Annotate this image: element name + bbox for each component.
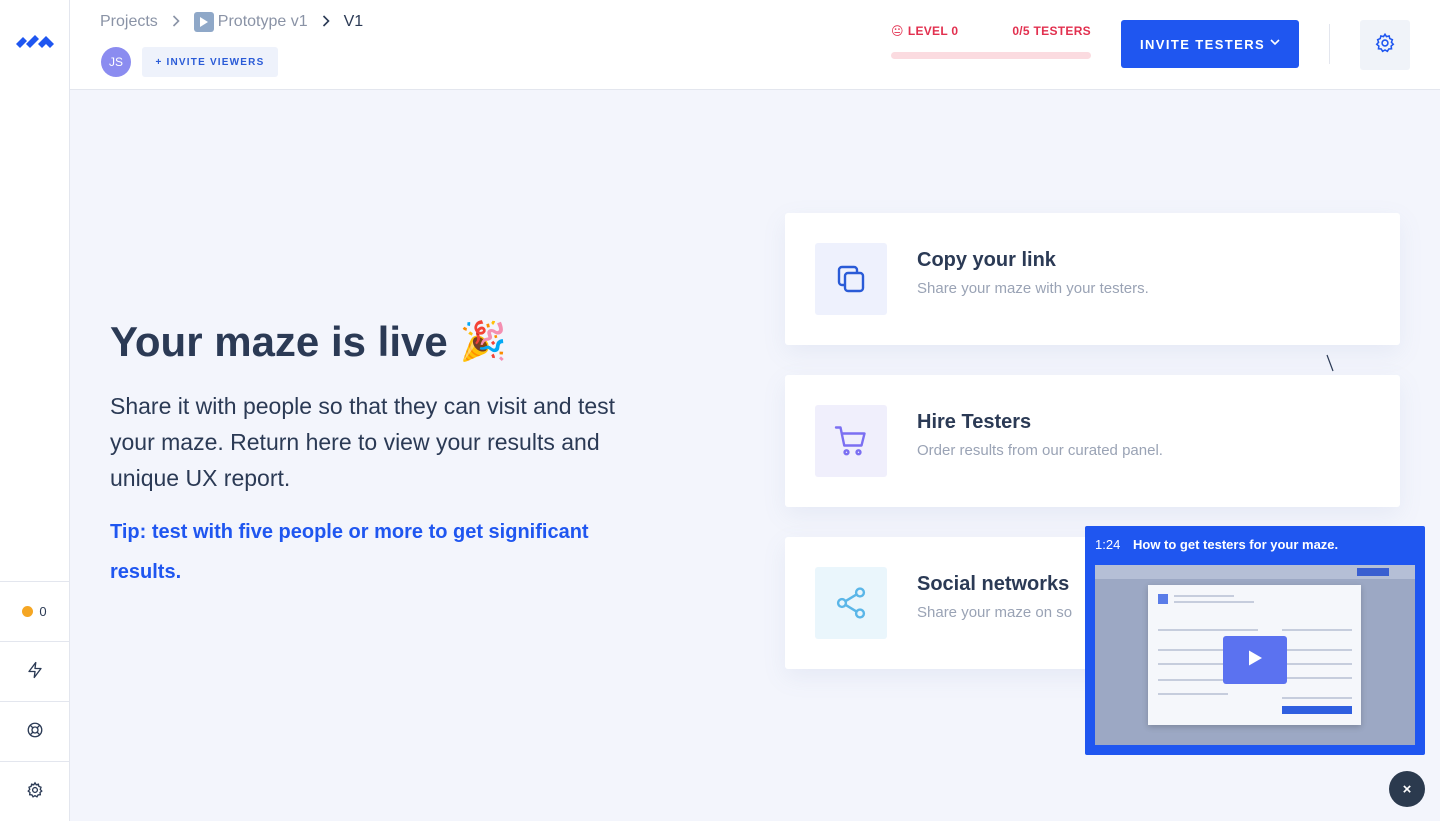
thumbnail-line <box>1282 677 1352 679</box>
thumbnail-cta <box>1282 706 1352 714</box>
thumbnail-line <box>1158 629 1258 631</box>
level-label: 😐 LEVEL 0 <box>891 24 958 38</box>
thumbnail-line <box>1282 697 1352 699</box>
video-popup[interactable]: 1:24 How to get testers for your maze. <box>1085 526 1425 755</box>
video-thumbnail[interactable] <box>1095 565 1415 745</box>
thumbnail-line <box>1174 601 1254 603</box>
play-icon <box>1246 649 1264 672</box>
lifebuoy-icon <box>26 721 44 742</box>
sidebar-item-settings[interactable] <box>0 761 69 821</box>
breadcrumb: Projects Prototype v1 V1 <box>100 12 363 32</box>
page-title: Your maze is live 🎉 <box>110 318 507 366</box>
testers-count: 0/5 TESTERS <box>1012 24 1091 38</box>
thumbnail-modal-icon <box>1158 594 1168 604</box>
avatar[interactable]: JS <box>101 47 131 77</box>
credits-value: 0 <box>39 604 47 619</box>
card-subtitle: Order results from our curated panel. <box>917 442 1163 459</box>
close-video-button[interactable]: × <box>1389 771 1425 807</box>
invite-testers-label: INVITE TESTERS <box>1140 36 1266 52</box>
thumbnail-line <box>1158 649 1228 651</box>
settings-button[interactable] <box>1360 20 1410 70</box>
chevron-down-icon <box>1269 36 1281 51</box>
page-description: Share it with people so that they can vi… <box>110 393 616 491</box>
thumbnail-line <box>1158 663 1228 665</box>
invite-testers-button[interactable]: INVITE TESTERS <box>1121 20 1299 68</box>
breadcrumb-prototype[interactable]: Prototype v1 <box>218 13 308 31</box>
sidebar-item-lightning[interactable] <box>0 641 69 701</box>
chevron-right-icon <box>322 14 330 30</box>
party-popper-icon: 🎉 <box>459 321 508 363</box>
gear-icon <box>26 781 44 802</box>
tip-text: Tip: test with five people or more to ge… <box>110 521 589 583</box>
breadcrumb-projects[interactable]: Projects <box>100 13 158 31</box>
page-title-text: Your maze is live <box>110 318 448 365</box>
lightning-icon <box>26 661 44 682</box>
breadcrumb-version[interactable]: V1 <box>344 13 364 31</box>
gear-icon <box>1374 32 1396 59</box>
copy-icon <box>815 243 887 315</box>
maze-logo-icon[interactable] <box>14 28 56 50</box>
card-subtitle: Share your maze on so <box>917 604 1073 621</box>
level-progress-bar <box>891 52 1091 59</box>
card-title: Copy your link <box>917 249 1056 271</box>
level-text: LEVEL 0 <box>907 24 959 38</box>
card-title: Social networks <box>917 573 1070 595</box>
level-progress: 😐 LEVEL 0 0/5 TESTERS <box>891 24 1091 59</box>
thumbnail-line <box>1158 693 1228 695</box>
sidebar-item-help[interactable] <box>0 701 69 761</box>
invite-viewers-button[interactable]: + INVITE VIEWERS <box>142 47 278 77</box>
video-duration: 1:24 <box>1095 537 1121 552</box>
top-header: Projects Prototype v1 V1 JS + INVITE VIE… <box>70 0 1440 90</box>
coin-icon <box>22 606 34 617</box>
header-divider <box>1329 24 1330 64</box>
card-subtitle: Share your maze with your testers. <box>917 280 1149 297</box>
credits-counter[interactable]: 0 <box>0 581 69 641</box>
thumbnail-line <box>1174 595 1234 597</box>
video-title: How to get testers for your maze. <box>1133 537 1339 552</box>
play-badge-icon <box>193 12 214 32</box>
thumbnail-line <box>1282 629 1352 631</box>
hire-testers-card[interactable]: Hire Testers Order results from our cura… <box>785 375 1400 507</box>
card-title: Hire Testers <box>917 411 1032 433</box>
play-button[interactable] <box>1223 636 1287 684</box>
chevron-right-icon <box>172 14 180 30</box>
thumbnail-line <box>1282 663 1352 665</box>
level-emoji: 😐 <box>891 24 904 38</box>
copy-link-card[interactable]: Copy your link Share your maze with your… <box>785 213 1400 345</box>
thumbnail-topbar <box>1095 565 1415 579</box>
decorative-stroke <box>1326 354 1334 372</box>
share-icon <box>815 567 887 639</box>
left-sidebar: 0 <box>0 0 70 821</box>
cart-icon <box>815 405 887 477</box>
thumbnail-line <box>1158 679 1228 681</box>
thumbnail-button <box>1357 568 1389 576</box>
thumbnail-line <box>1282 649 1352 651</box>
